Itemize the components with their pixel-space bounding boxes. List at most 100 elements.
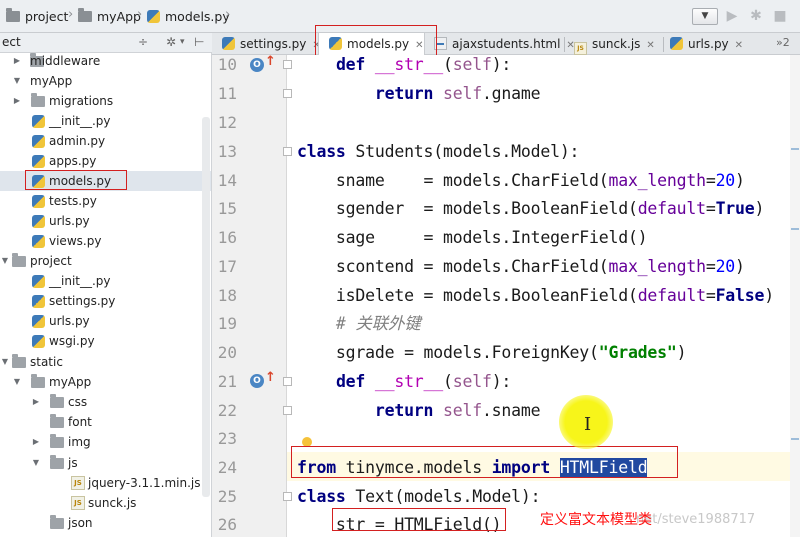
highlight-box-import-line [291, 446, 678, 478]
tree-item-settings-py[interactable]: settings.py [0, 291, 211, 311]
tree-item-font[interactable]: font [0, 412, 211, 432]
folder-icon [50, 515, 64, 529]
tree-item-apps-py[interactable]: apps.py [0, 151, 211, 171]
tree-item-sunck-js[interactable]: JS sunck.js [0, 493, 211, 513]
chevron-down-icon[interactable]: ▼ [0, 352, 10, 372]
tree-item-css[interactable]: ▶ css [0, 392, 211, 412]
code-line: # 关联外键 [297, 314, 421, 343]
tree-item-img[interactable]: ▶ img [0, 432, 211, 452]
tree-item-label: admin.py [49, 134, 106, 148]
tree-item-wsgi-py[interactable]: wsgi.py [0, 331, 211, 351]
close-icon[interactable]: ✕ [646, 40, 654, 51]
tab-overflow-button[interactable]: »2 [776, 36, 790, 49]
folder-icon [12, 253, 26, 267]
tab-label: sunck.js [592, 37, 641, 51]
project-tree-scrollbar[interactable] [202, 117, 210, 497]
chevron-right-icon[interactable]: ▶ [31, 432, 41, 452]
tree-item-myapp[interactable]: ▼ myApp [0, 71, 211, 91]
gear-dropdown-icon[interactable]: ▾ [180, 37, 185, 47]
tree-item-jquery-js[interactable]: JS jquery-3.1.1.min.js [0, 473, 211, 493]
tab-ajaxstudents-html[interactable]: ajaxstudents.html ✕ [434, 33, 575, 55]
tree-item-label: js [68, 456, 78, 470]
stop-icon[interactable]: ■ [772, 8, 788, 24]
line-number: 25 [217, 487, 237, 506]
folder-icon [6, 8, 20, 22]
tree-item-init-py[interactable]: __init__.py [0, 271, 211, 291]
tab-sunck-js[interactable]: JS sunck.js ✕ [574, 33, 655, 55]
tree-item-init-py[interactable]: __init__.py [0, 111, 211, 131]
python-file-icon [32, 135, 45, 148]
tab-urls-py[interactable]: urls.py ✕ [670, 33, 743, 55]
tree-item-static-myapp[interactable]: ▼ myApp [0, 372, 211, 392]
tree-item-json[interactable]: json [0, 513, 211, 533]
tree-item-label: project [30, 254, 72, 268]
chevron-down-icon[interactable]: ▼ [12, 372, 22, 392]
breadcrumb-file[interactable]: models.py [147, 8, 230, 26]
tree-item-label: myApp [49, 375, 92, 389]
fold-icon[interactable] [283, 406, 292, 415]
tree-item-migrations[interactable]: ▶ migrations [0, 91, 211, 111]
tree-item-project[interactable]: ▼ project [0, 251, 211, 271]
override-marker-icon[interactable]: O [250, 58, 264, 72]
editor-scrollbar[interactable] [790, 55, 800, 537]
line-number: 19 [217, 314, 237, 333]
collapse-all-icon[interactable]: ÷ [138, 35, 148, 49]
tree-item-views-py[interactable]: views.py [0, 231, 211, 251]
override-marker-icon[interactable]: O [250, 374, 264, 388]
close-icon[interactable]: ✕ [735, 40, 743, 51]
tree-item-middleware[interactable]: ▶ middleware [0, 53, 211, 71]
tree-item-admin-py[interactable]: admin.py [0, 131, 211, 151]
line-number: 12 [217, 113, 237, 132]
tree-item-label: __init__.py [49, 114, 111, 128]
folder-icon [50, 394, 64, 408]
gear-icon[interactable]: ✲ [166, 35, 176, 49]
folder-icon [31, 93, 45, 107]
fold-icon[interactable] [283, 492, 292, 501]
debug-icon[interactable]: ✱ [748, 8, 764, 24]
chevron-right-icon[interactable]: ▶ [12, 91, 22, 111]
tree-item-label: middleware [30, 54, 101, 68]
arrow-up-icon[interactable]: ↑ [265, 370, 276, 385]
tab-label: ajaxstudents.html [452, 37, 561, 51]
tree-item-js[interactable]: ▼ js [0, 453, 211, 473]
chevron-down-icon: ▼ [701, 11, 709, 21]
tree-item-label: img [68, 435, 91, 449]
fold-icon[interactable] [283, 60, 292, 69]
project-panel-header: ect ÷ ✲ ▾ ⊢ [0, 33, 212, 53]
run-configuration-dropdown[interactable]: ▼ [692, 8, 718, 25]
breadcrumb-separator: › [68, 7, 74, 22]
folder-icon [50, 414, 64, 428]
chevron-down-icon[interactable]: ▼ [12, 71, 22, 91]
chevron-down-icon[interactable]: ▼ [0, 251, 10, 271]
fold-icon[interactable] [283, 89, 292, 98]
tab-overflow-count: 2 [782, 36, 790, 49]
chevron-right-icon[interactable]: ▶ [31, 392, 41, 412]
run-icon[interactable]: ▶ [724, 8, 740, 24]
tree-item-tests-py[interactable]: tests.py [0, 191, 211, 211]
breadcrumb-separator: › [225, 7, 231, 22]
hide-panel-icon[interactable]: ⊢ [194, 35, 204, 49]
chevron-down-icon[interactable]: ▼ [31, 453, 41, 473]
fold-icon[interactable] [283, 147, 292, 156]
tree-item-static[interactable]: ▼ static [0, 352, 211, 372]
tree-item-urls-py[interactable]: urls.py [0, 311, 211, 331]
code-comment: # 关联外键 [297, 314, 421, 333]
js-file-icon: JS [71, 476, 85, 490]
chevron-right-icon[interactable]: ▶ [12, 53, 22, 71]
code-line: return self.sname [374, 401, 541, 420]
arrow-up-icon[interactable]: ↑ [265, 54, 276, 69]
tree-item-label: sunck.js [88, 496, 137, 510]
tab-settings-py[interactable]: settings.py ✕ [222, 33, 321, 55]
breadcrumb-myapp-label: myApp [97, 9, 141, 24]
fold-icon[interactable] [283, 377, 292, 386]
folder-icon [31, 374, 45, 388]
breadcrumb-myapp[interactable]: myApp [78, 8, 141, 26]
python-file-icon [32, 195, 45, 208]
editor-tab-bar: settings.py ✕ models.py ✕ ajaxstudents.htm… [212, 33, 800, 55]
line-number: 10 [217, 55, 237, 74]
breadcrumb-project[interactable]: project [6, 8, 68, 26]
tab-divider [564, 37, 565, 52]
code-line: def __str__(self): [335, 372, 512, 391]
line-number: 13 [217, 142, 237, 161]
tree-item-urls-py[interactable]: urls.py [0, 211, 211, 231]
